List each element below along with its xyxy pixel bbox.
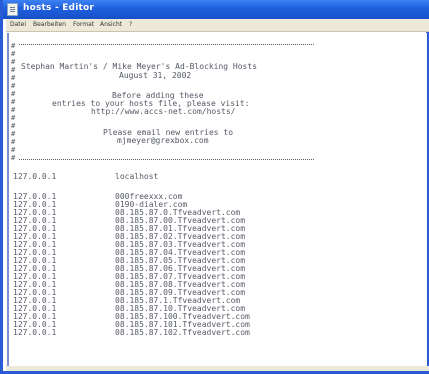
- text-area[interactable]: Stephan Martin's / Mike Meyer's Ad-Block…: [7, 33, 427, 366]
- menu-bar: Datei Bearbeiten Format Ansicht ?: [6, 19, 429, 32]
- localhost-name: localhost: [115, 172, 159, 181]
- menu-item-bearbeiten[interactable]: Bearbeiten: [33, 21, 66, 28]
- entry-host: 08.185.87.102.Tfveadvert.com: [115, 328, 250, 337]
- localhost-ip: 127.0.0.1: [13, 172, 57, 181]
- comment-separator-bottom: [19, 159, 314, 160]
- comment-marker: [11, 58, 15, 66]
- menu-item-format[interactable]: Format: [73, 21, 94, 28]
- comment-marker: [11, 114, 15, 122]
- menu-item-datei[interactable]: Datei: [10, 21, 26, 28]
- menu-item-ansicht[interactable]: Ansicht: [100, 21, 122, 28]
- comment-marker: [11, 50, 15, 58]
- comment-marker: [11, 146, 15, 154]
- notepad-icon: [7, 3, 18, 16]
- comment-line: August 31, 2002: [119, 71, 192, 80]
- comment-marker: [11, 122, 15, 130]
- notepad-window: hosts - Editor Datei Bearbeiten Format A…: [0, 0, 429, 374]
- title-bar[interactable]: hosts - Editor: [3, 0, 429, 19]
- comment-marker: [11, 74, 15, 82]
- comment-line: Stephan Martin's / Mike Meyer's Ad-Block…: [21, 62, 258, 71]
- entry-ip: 127.0.0.1: [13, 328, 57, 337]
- comment-line: mjmeyer@grexbox.com: [117, 136, 209, 145]
- comment-line: http://www.accs-net.com/hosts/: [91, 107, 236, 116]
- comment-marker: [11, 106, 15, 114]
- window-bottom-edge: [6, 366, 429, 371]
- comment-marker: [11, 98, 15, 106]
- comment-marker: [11, 154, 15, 162]
- menu-item-help[interactable]: ?: [129, 21, 132, 28]
- window-title: hosts - Editor: [23, 3, 95, 13]
- comment-marker: [11, 82, 15, 90]
- comment-marker: [11, 138, 15, 146]
- comment-marker: [11, 90, 15, 98]
- comment-marker: [11, 66, 15, 74]
- comment-marker: [11, 130, 15, 138]
- comment-separator-top: [19, 44, 314, 45]
- comment-marker: [11, 42, 15, 50]
